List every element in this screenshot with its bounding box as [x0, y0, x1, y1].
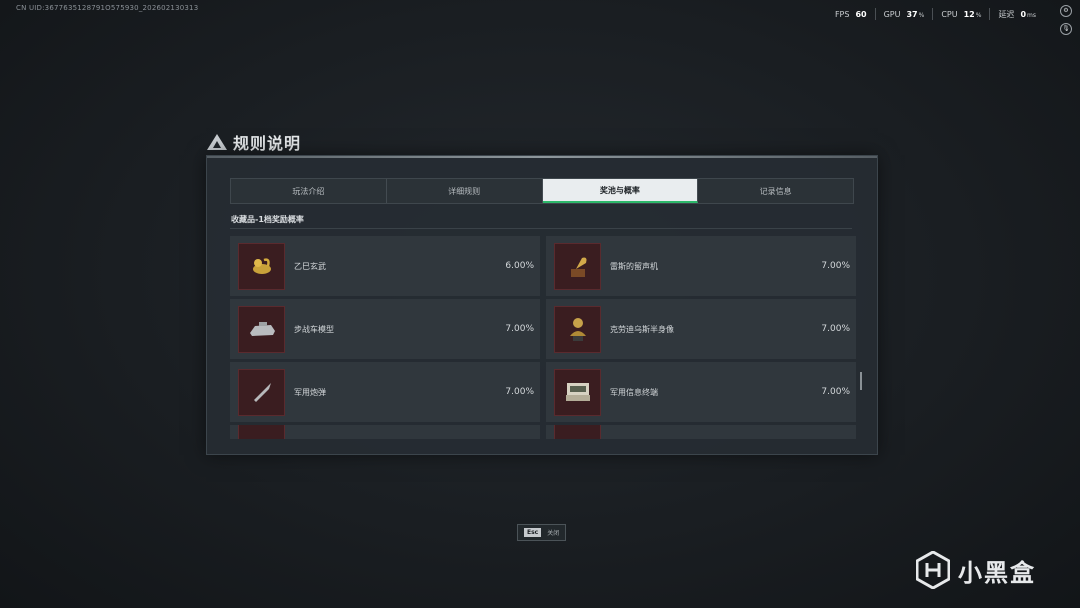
- reward-item-partial[interactable]: [230, 425, 540, 439]
- rules-dialog: 玩法介绍 详细规则 奖池与概率 记录信息 收藏品-1档奖励概率 乙巳玄武 6.0…: [206, 155, 878, 455]
- bust-statue-icon: [554, 305, 601, 353]
- reward-item[interactable]: 乙巳玄武 6.00%: [230, 236, 540, 296]
- latency-unit: ms: [1027, 11, 1036, 19]
- reward-item-name: 军用信息终端: [610, 387, 658, 397]
- close-button[interactable]: Esc 关闭: [517, 524, 567, 541]
- divider: [874, 8, 876, 20]
- reward-item-percent: 7.00%: [821, 261, 850, 271]
- reward-list: 乙巳玄武 6.00% 雷斯的留声机 7.00% 步战车模型 7.00% 克劳迪乌…: [230, 236, 856, 439]
- overlay-controls: ⚙ 🎙: [1060, 5, 1072, 35]
- reward-item-percent: 7.00%: [821, 387, 850, 397]
- tab-gameplay-intro[interactable]: 玩法介绍: [231, 179, 387, 203]
- reward-item[interactable]: 雷斯的留声机 7.00%: [546, 236, 856, 296]
- reward-item-percent: 7.00%: [821, 324, 850, 334]
- uid-text: CN UID:3677635128791O575930_202602130313: [16, 4, 199, 12]
- reward-item-partial[interactable]: [546, 425, 856, 439]
- performance-overlay: FPS 60 GPU 37% CPU 12% 延迟 0ms: [835, 8, 1036, 20]
- reward-item-percent: 6.00%: [505, 261, 534, 271]
- cpu-unit: %: [975, 11, 982, 19]
- divider: [989, 8, 991, 20]
- reward-item-name: 克劳迪乌斯半身像: [610, 324, 674, 334]
- esc-key: Esc: [524, 528, 542, 537]
- artillery-shell-icon: [238, 368, 285, 416]
- cpu-value: 12: [963, 9, 975, 19]
- gold-serpent-figurine-icon: [238, 242, 285, 290]
- ifv-model-icon: [238, 305, 285, 353]
- microphone-icon[interactable]: 🎙: [1060, 23, 1072, 35]
- brand-name: 小黑盒: [958, 558, 1036, 587]
- reward-item-name: 军用炮弹: [294, 387, 326, 397]
- gpu-readout: GPU 37%: [884, 10, 925, 19]
- latency-value: 0: [1020, 9, 1027, 19]
- heybox-logo-icon: [916, 551, 950, 589]
- tab-detailed-rules[interactable]: 详细规则: [387, 179, 543, 203]
- item-thumbnail: [554, 425, 601, 439]
- fps-readout: FPS 60: [835, 10, 867, 19]
- section-divider: [230, 228, 852, 229]
- reward-item[interactable]: 克劳迪乌斯半身像 7.00%: [546, 299, 856, 359]
- section-title: 收藏品-1档奖励概率: [231, 215, 304, 224]
- reward-item-percent: 7.00%: [505, 387, 534, 397]
- latency-readout: 延迟 0ms: [998, 9, 1036, 20]
- tab-prize-pool-odds[interactable]: 奖池与概率: [542, 179, 699, 203]
- gpu-value: 37: [906, 9, 918, 19]
- logo-triangle-icon: [207, 134, 227, 150]
- settings-icon[interactable]: ⚙: [1060, 5, 1072, 17]
- dialog-title: 规则说明: [233, 134, 302, 153]
- panel-accent-line: [207, 156, 877, 158]
- reward-item-name: 步战车模型: [294, 324, 334, 334]
- gpu-unit: %: [918, 11, 925, 19]
- gpu-label: GPU: [883, 9, 901, 19]
- scrollbar-thumb[interactable]: [860, 372, 862, 390]
- cpu-label: CPU: [941, 9, 958, 19]
- reward-item-percent: 7.00%: [505, 324, 534, 334]
- reward-item-name: 雷斯的留声机: [610, 261, 658, 271]
- close-label: 关闭: [547, 530, 560, 537]
- fps-label: FPS: [834, 9, 850, 19]
- latency-label: 延迟: [998, 9, 1015, 19]
- watermark: 小黑盒: [916, 551, 1036, 589]
- military-terminal-icon: [554, 368, 601, 416]
- fps-value: 60: [855, 9, 867, 19]
- dialog-header: 规则说明: [207, 130, 301, 154]
- tab-records[interactable]: 记录信息: [698, 179, 853, 203]
- reward-item[interactable]: 军用信息终端 7.00%: [546, 362, 856, 422]
- divider: [932, 8, 934, 20]
- gramophone-icon: [554, 242, 601, 290]
- tab-bar: 玩法介绍 详细规则 奖池与概率 记录信息: [230, 178, 854, 204]
- reward-item[interactable]: 军用炮弹 7.00%: [230, 362, 540, 422]
- reward-item-name: 乙巳玄武: [294, 261, 326, 271]
- cpu-readout: CPU 12%: [941, 10, 981, 19]
- item-thumbnail: [238, 425, 285, 439]
- reward-item[interactable]: 步战车模型 7.00%: [230, 299, 540, 359]
